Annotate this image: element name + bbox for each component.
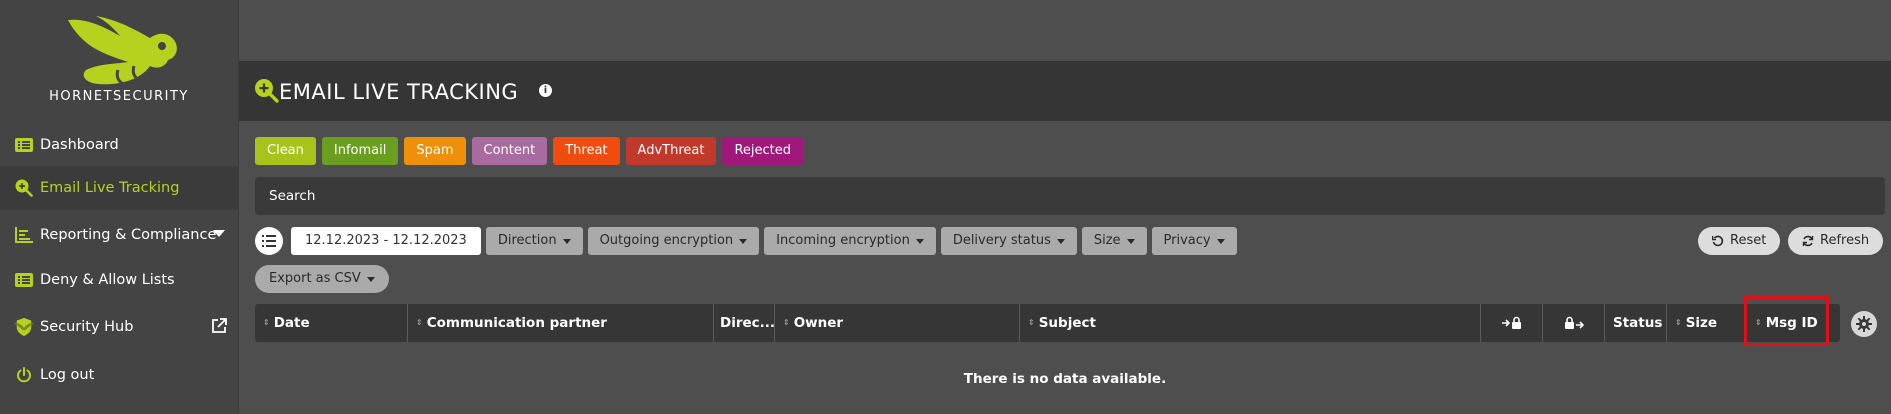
filter-advthreat-button[interactable]: AdvThreat xyxy=(625,137,717,165)
export-csv-dropdown[interactable]: Export as CSV xyxy=(255,265,389,293)
filter-infomail-button[interactable]: Infomail xyxy=(321,137,399,165)
refresh-button[interactable]: Refresh xyxy=(1788,227,1884,255)
dropdown-label: Delivery status xyxy=(952,233,1051,248)
column-header-outgoing-encryption[interactable] xyxy=(1543,304,1605,342)
search-plus-icon xyxy=(14,178,34,198)
sidebar-item-label: Email Live Tracking xyxy=(40,180,180,196)
filter-content-button[interactable]: Content xyxy=(471,137,548,165)
caret-down-icon xyxy=(1126,238,1135,244)
list-view-toggle-button[interactable] xyxy=(255,227,283,255)
search-input[interactable]: Search xyxy=(255,177,1885,215)
category-filters: Clean Infomail Spam Content Threat AdvTh… xyxy=(255,137,804,165)
brand-name: HORNETSECURITY xyxy=(49,89,189,104)
table-settings-button[interactable] xyxy=(1851,311,1877,337)
sort-icon: ⇕ xyxy=(1675,318,1682,327)
external-link-icon[interactable] xyxy=(211,318,227,338)
column-label: Subject xyxy=(1038,315,1096,331)
filter-spam-button[interactable]: Spam xyxy=(404,137,466,165)
caret-down-icon xyxy=(1216,238,1225,244)
gear-icon xyxy=(1856,316,1872,332)
column-header-direction[interactable]: Direc... xyxy=(714,304,775,342)
caret-down-icon xyxy=(366,276,375,282)
outgoing-encryption-dropdown[interactable]: Outgoing encryption xyxy=(587,227,760,255)
column-header-date[interactable]: ⇕ Date xyxy=(255,304,408,342)
dropdown-label: Outgoing encryption xyxy=(599,233,734,248)
incoming-encryption-dropdown[interactable]: Incoming encryption xyxy=(764,227,936,255)
reset-button[interactable]: Reset xyxy=(1698,227,1781,255)
info-icon[interactable]: i xyxy=(539,84,552,97)
power-icon xyxy=(14,365,34,385)
list-icon xyxy=(14,270,34,290)
sidebar: HORNETSECURITY Dashboard Email Live Trac… xyxy=(0,0,239,414)
list-icon xyxy=(14,135,34,155)
sort-icon: ⇕ xyxy=(263,318,270,327)
reset-label: Reset xyxy=(1730,233,1767,248)
size-dropdown[interactable]: Size xyxy=(1081,227,1147,255)
caret-down-icon xyxy=(739,238,748,244)
column-label: Direc... xyxy=(720,315,776,331)
column-label: Size xyxy=(1685,315,1718,331)
refresh-label: Refresh xyxy=(1820,233,1870,248)
privacy-dropdown[interactable]: Privacy xyxy=(1151,227,1237,255)
sidebar-item-log-out[interactable]: Log out xyxy=(0,353,238,397)
dropdown-label: Incoming encryption xyxy=(776,233,910,248)
empty-table-message: There is no data available. xyxy=(963,371,1167,387)
date-range-picker[interactable]: 12.12.2023 - 12.12.2023 xyxy=(291,227,481,255)
sidebar-item-deny-allow-lists[interactable]: Deny & Allow Lists xyxy=(0,258,238,302)
lock-in-icon xyxy=(1501,316,1521,329)
delivery-status-dropdown[interactable]: Delivery status xyxy=(940,227,1077,255)
filter-threat-button[interactable]: Threat xyxy=(553,137,620,165)
main-content: EMAIL LIVE TRACKING i Clean Infomail Spa… xyxy=(239,0,1891,414)
column-header-subject[interactable]: ⇕ Subject xyxy=(1020,304,1481,342)
dropdown-label: Direction xyxy=(497,233,557,248)
column-label: Communication partner xyxy=(426,315,607,331)
column-label: Status xyxy=(1613,315,1663,331)
export-label: Export as CSV xyxy=(269,271,361,286)
caret-down-icon xyxy=(915,238,924,244)
column-header-size[interactable]: ⇕ Size xyxy=(1667,304,1747,342)
column-label: Date xyxy=(273,315,310,331)
sidebar-item-email-live-tracking[interactable]: Email Live Tracking xyxy=(0,166,238,210)
filter-toolbar: 12.12.2023 - 12.12.2023 Direction Outgoi… xyxy=(255,227,1237,255)
sidebar-item-label: Log out xyxy=(40,367,95,383)
table-header: ⇕ Date ⇕ Communication partner Direc... ⇕ O… xyxy=(255,304,1840,342)
sidebar-item-label: Deny & Allow Lists xyxy=(40,272,175,288)
hornet-logo-icon xyxy=(68,16,177,86)
filter-clean-button[interactable]: Clean xyxy=(255,137,316,165)
sidebar-item-label: Security Hub xyxy=(40,319,134,335)
sidebar-item-reporting-compliance[interactable]: Reporting & Compliance xyxy=(0,213,238,257)
shield-icon xyxy=(14,317,34,337)
column-header-owner[interactable]: ⇕ Owner xyxy=(775,304,1020,342)
list-icon xyxy=(262,235,276,247)
column-header-communication-partner[interactable]: ⇕ Communication partner xyxy=(408,304,714,342)
sort-icon: ⇕ xyxy=(1028,318,1035,327)
sort-icon: ⇕ xyxy=(416,318,423,327)
dropdown-label: Privacy xyxy=(1163,233,1211,248)
sort-icon: ⇕ xyxy=(783,318,790,327)
column-header-status[interactable]: Status xyxy=(1605,304,1667,342)
dropdown-label: Size xyxy=(1093,233,1121,248)
chart-icon xyxy=(14,225,34,245)
undo-icon xyxy=(1712,235,1724,247)
sidebar-item-label: Dashboard xyxy=(40,137,119,153)
sidebar-item-dashboard[interactable]: Dashboard xyxy=(0,123,238,167)
sidebar-item-security-hub[interactable]: Security Hub xyxy=(0,305,238,349)
search-plus-icon xyxy=(254,78,280,108)
lock-out-icon xyxy=(1564,316,1584,329)
page-title: EMAIL LIVE TRACKING xyxy=(279,80,519,104)
msg-id-highlight-box xyxy=(1744,296,1829,346)
caret-down-icon xyxy=(1056,238,1065,244)
chevron-down-icon[interactable] xyxy=(213,230,225,237)
filter-rejected-button[interactable]: Rejected xyxy=(722,137,804,165)
column-header-incoming-encryption[interactable] xyxy=(1481,304,1543,342)
refresh-icon xyxy=(1802,235,1814,247)
sidebar-item-label: Reporting & Compliance xyxy=(40,227,217,243)
direction-dropdown[interactable]: Direction xyxy=(485,227,583,255)
column-label: Owner xyxy=(793,315,844,331)
caret-down-icon xyxy=(562,238,571,244)
hornetsecurity-logo[interactable]: HORNETSECURITY xyxy=(0,10,238,104)
